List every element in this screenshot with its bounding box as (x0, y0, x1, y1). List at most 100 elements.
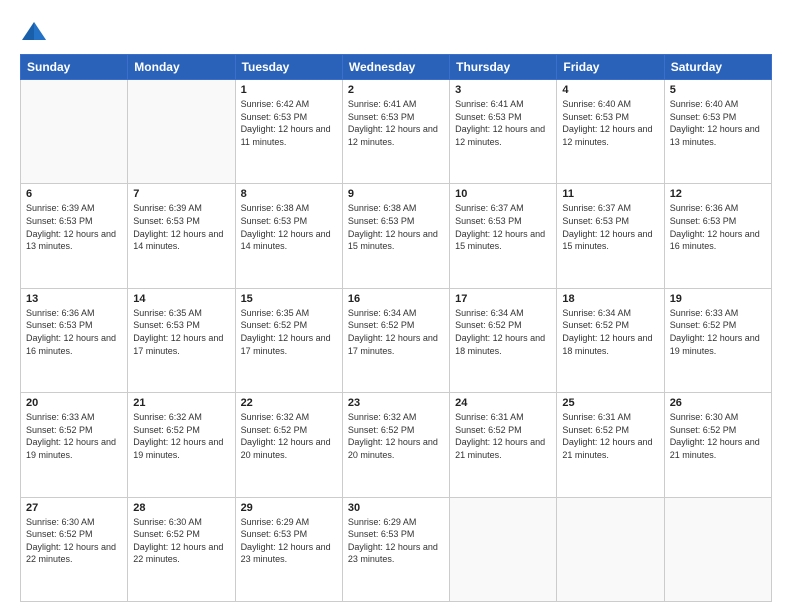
day-number: 9 (348, 188, 444, 200)
calendar-cell: 30Sunrise: 6:29 AM Sunset: 6:53 PM Dayli… (342, 497, 449, 601)
day-number: 28 (133, 502, 229, 514)
day-number: 5 (670, 84, 766, 96)
calendar-cell: 2 Sunrise: 6:41 AM Sunset: 6:53 PM Daylig… (342, 80, 449, 184)
calendar-cell: 18 Sunrise: 6:34 AM Sunset: 6:52 PM Dayli… (557, 288, 664, 392)
day-number: 23 (348, 397, 444, 409)
day-number: 19 (670, 293, 766, 305)
calendar-cell: 19 Sunrise: 6:33 AM Sunset: 6:52 PM Dayli… (664, 288, 771, 392)
calendar-cell: 29 Sunrise: 6:29 AM Sunset: 6:53 PM Dayli… (235, 497, 342, 601)
day-info: Sunrise: 6:39 AM Sunset: 6:53 PM Dayligh… (26, 202, 122, 252)
calendar-cell: 27Sunrise: 6:30 AM Sunset: 6:52 PM Dayli… (21, 497, 128, 601)
day-info: Sunrise: 6:29 AM Sunset: 6:53 PM Dayligh… (241, 516, 337, 566)
calendar-cell: 12 Sunrise: 6:36 AM Sunset: 6:53 PM Dayli… (664, 184, 771, 288)
calendar-cell: 15Sunrise: 6:35 AM Sunset: 6:52 PM Dayli… (235, 288, 342, 392)
calendar-cell: 17 Sunrise: 6:34 AM Sunset: 6:52 PM Dayli… (450, 288, 557, 392)
weekday-header-row: SundayMondayTuesdayWednesdayThursdayFrid… (21, 55, 772, 80)
calendar-cell: 24 Sunrise: 6:31 AM Sunset: 6:52 PM Dayli… (450, 393, 557, 497)
day-number: 16 (348, 293, 444, 305)
day-number: 11 (562, 188, 658, 200)
weekday-header-tuesday: Tuesday (235, 55, 342, 80)
weekday-header-monday: Monday (128, 55, 235, 80)
day-info: Sunrise: 6:35 AM Sunset: 6:53 PM Dayligh… (133, 307, 229, 357)
weekday-header-thursday: Thursday (450, 55, 557, 80)
calendar-cell: 9 Sunrise: 6:38 AM Sunset: 6:53 PM Daylig… (342, 184, 449, 288)
logo (20, 18, 52, 46)
logo-icon (20, 18, 48, 46)
day-info: Sunrise: 6:42 AM Sunset: 6:53 PM Dayligh… (241, 98, 337, 148)
day-info: Sunrise: 6:32 AM Sunset: 6:52 PM Dayligh… (133, 411, 229, 461)
day-number: 25 (562, 397, 658, 409)
day-info: Sunrise: 6:34 AM Sunset: 6:52 PM Dayligh… (562, 307, 658, 357)
calendar-cell: 26 Sunrise: 6:30 AM Sunset: 6:52 PM Dayli… (664, 393, 771, 497)
day-number: 1 (241, 84, 337, 96)
day-number: 21 (133, 397, 229, 409)
day-number: 7 (133, 188, 229, 200)
calendar-cell: 16Sunrise: 6:34 AM Sunset: 6:52 PM Dayli… (342, 288, 449, 392)
day-info: Sunrise: 6:40 AM Sunset: 6:53 PM Dayligh… (670, 98, 766, 148)
day-info: Sunrise: 6:31 AM Sunset: 6:52 PM Dayligh… (455, 411, 551, 461)
header (20, 18, 772, 46)
day-number: 26 (670, 397, 766, 409)
calendar-cell: 5 Sunrise: 6:40 AM Sunset: 6:53 PM Daylig… (664, 80, 771, 184)
day-number: 2 (348, 84, 444, 96)
day-number: 10 (455, 188, 551, 200)
day-info: Sunrise: 6:39 AM Sunset: 6:53 PM Dayligh… (133, 202, 229, 252)
day-number: 24 (455, 397, 551, 409)
week-row-2: 6 Sunrise: 6:39 AM Sunset: 6:53 PM Daylig… (21, 184, 772, 288)
day-number: 29 (241, 502, 337, 514)
day-info: Sunrise: 6:37 AM Sunset: 6:53 PM Dayligh… (455, 202, 551, 252)
day-number: 6 (26, 188, 122, 200)
day-info: Sunrise: 6:33 AM Sunset: 6:52 PM Dayligh… (670, 307, 766, 357)
calendar-cell: 21 Sunrise: 6:32 AM Sunset: 6:52 PM Dayli… (128, 393, 235, 497)
calendar-cell: 6 Sunrise: 6:39 AM Sunset: 6:53 PM Daylig… (21, 184, 128, 288)
day-number: 13 (26, 293, 122, 305)
calendar-cell: 14 Sunrise: 6:35 AM Sunset: 6:53 PM Dayli… (128, 288, 235, 392)
calendar-cell (21, 80, 128, 184)
calendar-cell: 20 Sunrise: 6:33 AM Sunset: 6:52 PM Dayli… (21, 393, 128, 497)
calendar-cell: 23Sunrise: 6:32 AM Sunset: 6:52 PM Dayli… (342, 393, 449, 497)
week-row-3: 13Sunrise: 6:36 AM Sunset: 6:53 PM Dayli… (21, 288, 772, 392)
day-info: Sunrise: 6:34 AM Sunset: 6:52 PM Dayligh… (455, 307, 551, 357)
day-info: Sunrise: 6:30 AM Sunset: 6:52 PM Dayligh… (670, 411, 766, 461)
day-info: Sunrise: 6:40 AM Sunset: 6:53 PM Dayligh… (562, 98, 658, 148)
calendar-cell: 10 Sunrise: 6:37 AM Sunset: 6:53 PM Dayli… (450, 184, 557, 288)
week-row-4: 20 Sunrise: 6:33 AM Sunset: 6:52 PM Dayli… (21, 393, 772, 497)
day-number: 27 (26, 502, 122, 514)
weekday-header-friday: Friday (557, 55, 664, 80)
day-number: 14 (133, 293, 229, 305)
calendar-cell (450, 497, 557, 601)
day-info: Sunrise: 6:38 AM Sunset: 6:53 PM Dayligh… (241, 202, 337, 252)
calendar-cell: 13Sunrise: 6:36 AM Sunset: 6:53 PM Dayli… (21, 288, 128, 392)
day-number: 3 (455, 84, 551, 96)
day-number: 18 (562, 293, 658, 305)
calendar-cell: 4 Sunrise: 6:40 AM Sunset: 6:53 PM Daylig… (557, 80, 664, 184)
day-info: Sunrise: 6:38 AM Sunset: 6:53 PM Dayligh… (348, 202, 444, 252)
weekday-header-saturday: Saturday (664, 55, 771, 80)
calendar-cell (664, 497, 771, 601)
day-info: Sunrise: 6:33 AM Sunset: 6:52 PM Dayligh… (26, 411, 122, 461)
day-info: Sunrise: 6:32 AM Sunset: 6:52 PM Dayligh… (241, 411, 337, 461)
calendar-cell (128, 80, 235, 184)
calendar-cell: 28 Sunrise: 6:30 AM Sunset: 6:52 PM Dayli… (128, 497, 235, 601)
calendar-cell (557, 497, 664, 601)
calendar-cell: 7 Sunrise: 6:39 AM Sunset: 6:53 PM Daylig… (128, 184, 235, 288)
day-number: 12 (670, 188, 766, 200)
calendar-cell: 22Sunrise: 6:32 AM Sunset: 6:52 PM Dayli… (235, 393, 342, 497)
calendar-table: SundayMondayTuesdayWednesdayThursdayFrid… (20, 54, 772, 602)
day-info: Sunrise: 6:31 AM Sunset: 6:52 PM Dayligh… (562, 411, 658, 461)
day-info: Sunrise: 6:29 AM Sunset: 6:53 PM Dayligh… (348, 516, 444, 566)
day-number: 4 (562, 84, 658, 96)
calendar-cell: 8 Sunrise: 6:38 AM Sunset: 6:53 PM Daylig… (235, 184, 342, 288)
calendar-cell: 11 Sunrise: 6:37 AM Sunset: 6:53 PM Dayli… (557, 184, 664, 288)
day-info: Sunrise: 6:37 AM Sunset: 6:53 PM Dayligh… (562, 202, 658, 252)
day-number: 20 (26, 397, 122, 409)
day-info: Sunrise: 6:36 AM Sunset: 6:53 PM Dayligh… (670, 202, 766, 252)
day-info: Sunrise: 6:35 AM Sunset: 6:52 PM Dayligh… (241, 307, 337, 357)
calendar-cell: 1 Sunrise: 6:42 AM Sunset: 6:53 PM Daylig… (235, 80, 342, 184)
day-number: 8 (241, 188, 337, 200)
weekday-header-sunday: Sunday (21, 55, 128, 80)
day-info: Sunrise: 6:41 AM Sunset: 6:53 PM Dayligh… (348, 98, 444, 148)
day-info: Sunrise: 6:30 AM Sunset: 6:52 PM Dayligh… (133, 516, 229, 566)
day-number: 17 (455, 293, 551, 305)
week-row-5: 27 Sunrise: 6:30 AM Sunset: 6:52 PM Dayli… (21, 497, 772, 601)
